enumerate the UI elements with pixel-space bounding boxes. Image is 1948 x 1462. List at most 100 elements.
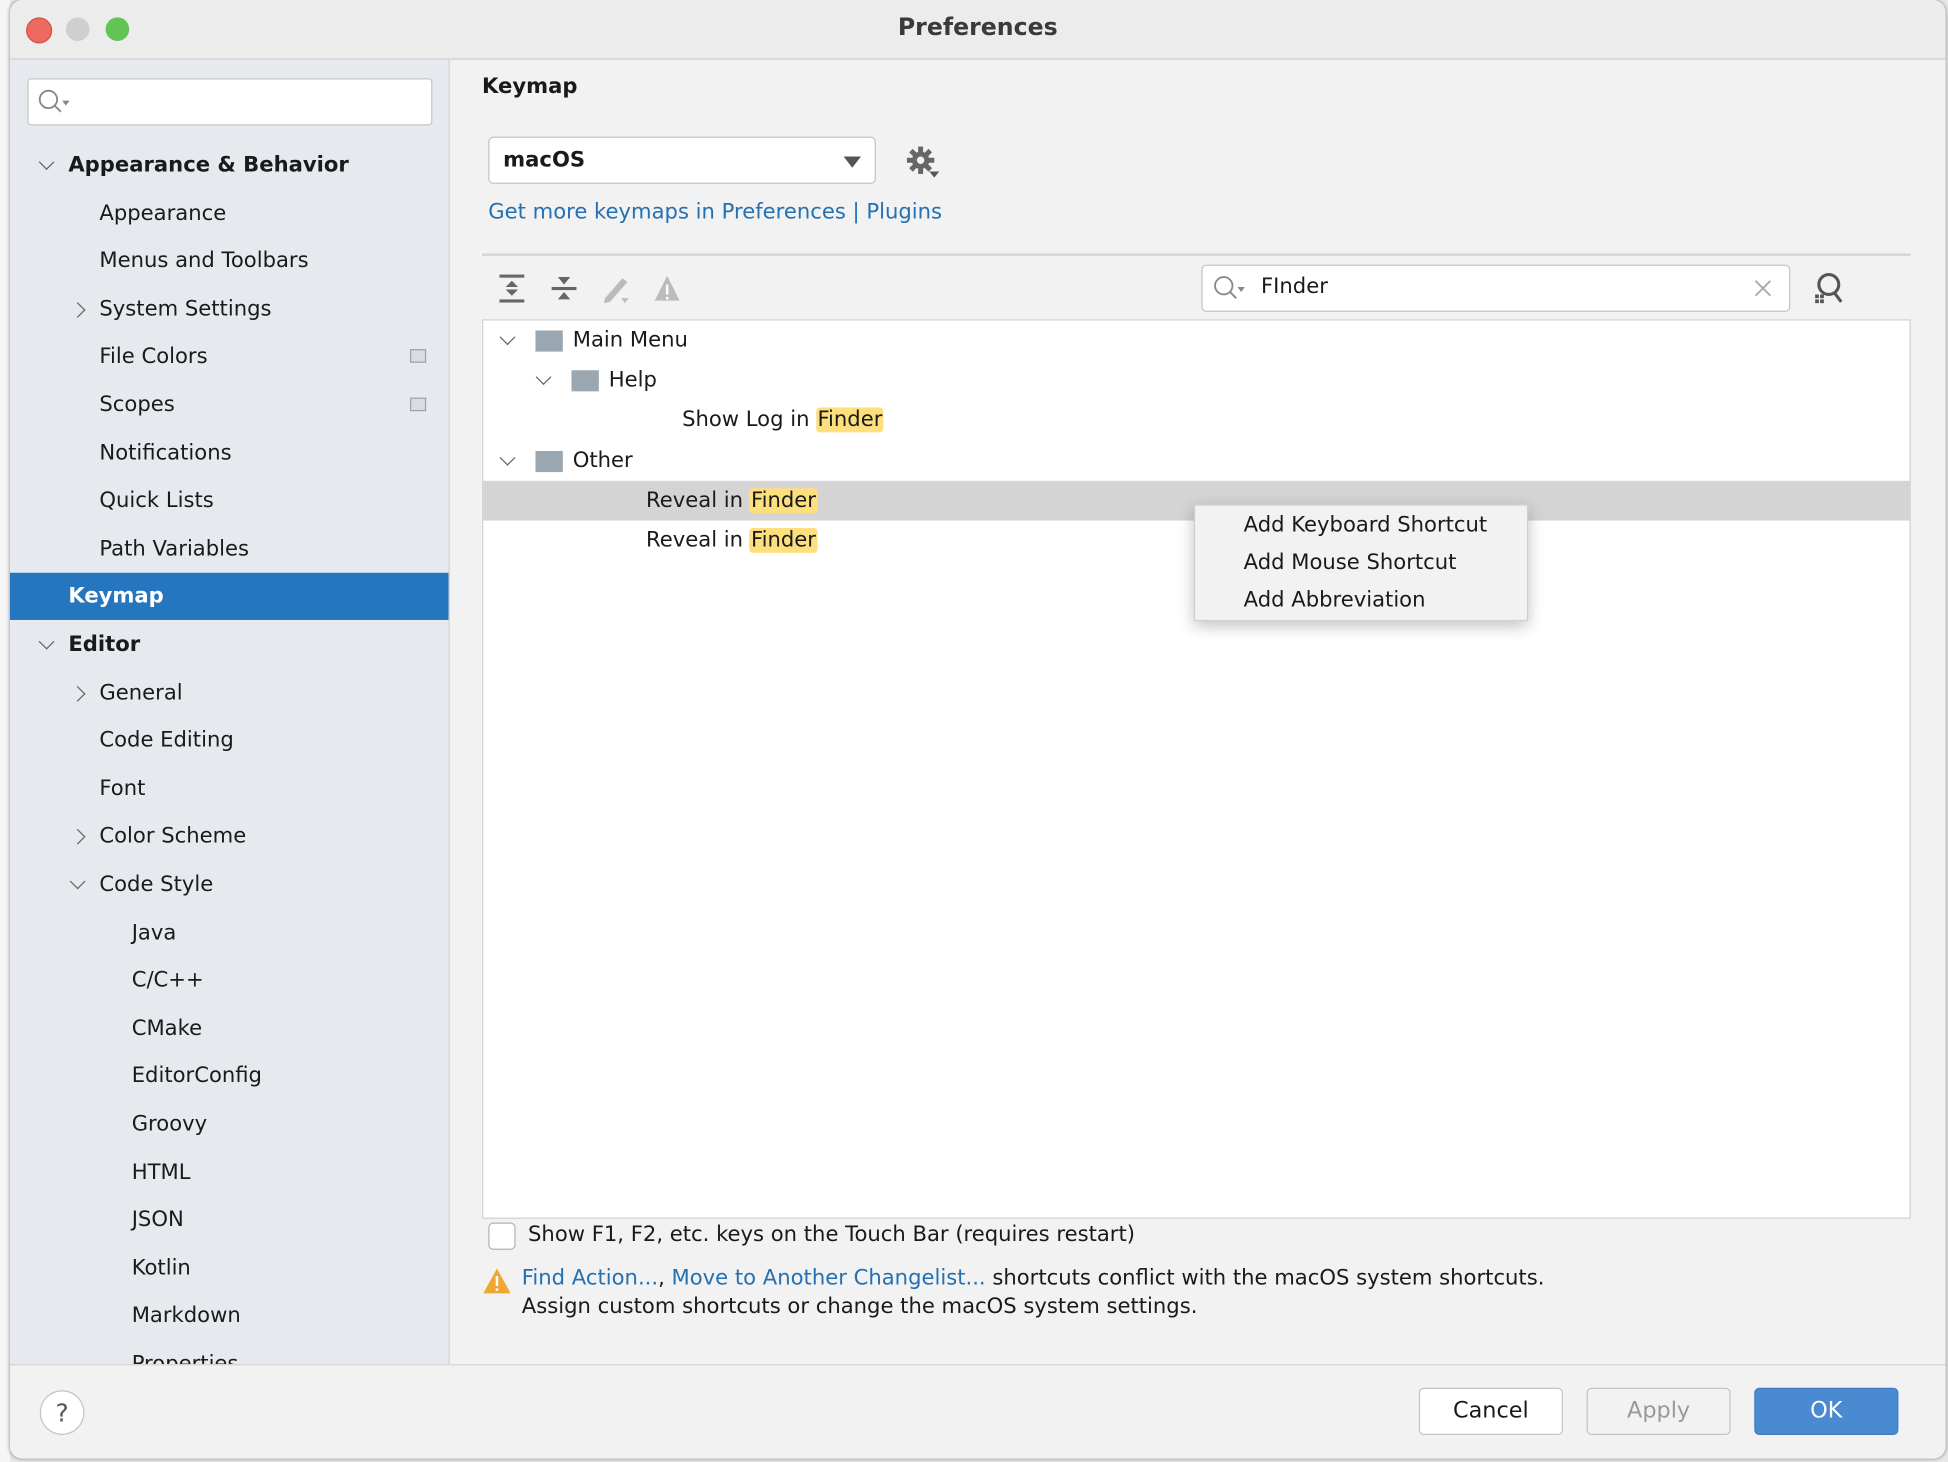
sidebar-item-markdown[interactable]: Markdown: [10, 1293, 449, 1340]
sidebar-item-file-colors[interactable]: File Colors: [10, 333, 449, 380]
sidebar-item-label: Notifications: [99, 440, 232, 466]
tree-label: Other: [572, 448, 633, 473]
gear-icon[interactable]: [904, 144, 941, 181]
sidebar-item-appearance-behavior[interactable]: Appearance & Behavior: [10, 142, 449, 189]
chevron-down-icon[interactable]: [69, 873, 86, 890]
move-to-changelist-link[interactable]: Move to Another Changelist...: [672, 1266, 986, 1291]
touchbar-checkbox-label: Show F1, F2, etc. keys on the Touch Bar …: [528, 1222, 1136, 1248]
sidebar-item-system-settings[interactable]: System Settings: [10, 285, 449, 332]
action-label: Reveal in Finder: [646, 481, 818, 521]
touchbar-checkbox[interactable]: [488, 1222, 516, 1250]
chevron-down-icon[interactable]: [38, 154, 55, 171]
chevron-down-icon[interactable]: [499, 449, 516, 466]
expand-all-icon[interactable]: [496, 271, 528, 306]
help-button[interactable]: ?: [39, 1390, 85, 1435]
find-action-link[interactable]: Find Action...: [522, 1266, 658, 1291]
chevron-right-icon[interactable]: [69, 829, 86, 846]
sidebar-item-c-c-[interactable]: C/C++: [10, 957, 449, 1004]
chevron-down-icon[interactable]: [535, 369, 552, 386]
sidebar-item-scopes[interactable]: Scopes: [10, 381, 449, 428]
title-bar: Preferences: [9, 0, 1946, 60]
search-icon: [1214, 276, 1245, 299]
tree-group[interactable]: Other: [483, 441, 1909, 481]
keymap-select[interactable]: macOS: [488, 136, 876, 184]
sidebar-item-font[interactable]: Font: [10, 765, 449, 812]
window-title: Preferences: [897, 13, 1058, 41]
sidebar-item-menus-and-toolbars[interactable]: Menus and Toolbars: [10, 238, 449, 285]
sidebar-item-label: Editor: [68, 632, 141, 658]
sidebar-item-cmake[interactable]: CMake: [10, 1005, 449, 1052]
search-match-highlight: Finder: [816, 407, 884, 433]
sidebar-item-color-scheme[interactable]: Color Scheme: [10, 813, 449, 860]
collapse-all-icon[interactable]: [548, 271, 580, 306]
find-by-shortcut-icon[interactable]: [1811, 271, 1846, 306]
conflict-warning-line1: Find Action..., Move to Another Changeli…: [522, 1266, 1545, 1291]
chevron-down-icon[interactable]: [499, 329, 516, 346]
get-more-keymaps-link: Get more keymaps in Preferences | Plugin…: [488, 200, 942, 225]
sidebar-item-label: Scopes: [99, 392, 175, 418]
keymap-panel: Keymap macOS Get more keymaps in Prefere…: [450, 60, 1946, 1365]
search-value: FInder: [1261, 274, 1328, 300]
add-mouse-shortcut-menu-item[interactable]: Add Mouse Shortcut: [1244, 544, 1457, 581]
search-icon: [38, 89, 70, 113]
action-label: Show Log in Finder: [682, 401, 884, 441]
sidebar-item-editor[interactable]: Editor: [10, 621, 449, 668]
background-window: [0, 0, 10, 1462]
sidebar-item-quick-lists[interactable]: Quick Lists: [10, 477, 449, 524]
sidebar-item-appearance[interactable]: Appearance: [10, 190, 449, 237]
sidebar-item-code-editing[interactable]: Code Editing: [10, 717, 449, 764]
sidebar-item-label: Code Style: [99, 872, 214, 898]
sidebar-item-code-style[interactable]: Code Style: [10, 861, 449, 908]
add-keyboard-shortcut-menu-item[interactable]: Add Keyboard Shortcut: [1244, 507, 1488, 544]
chevron-down-icon: [843, 156, 861, 168]
action-name: Reveal in: [646, 488, 750, 513]
search-match-highlight: Finder: [749, 488, 818, 513]
sidebar-item-html[interactable]: HTML: [10, 1149, 449, 1196]
sidebar-item-label: JSON: [131, 1207, 184, 1233]
sidebar-item-label: Menus and Toolbars: [99, 248, 309, 274]
action-search-input[interactable]: FInder: [1201, 264, 1791, 312]
sidebar-item-label: Groovy: [131, 1111, 208, 1137]
sidebar-item-label: Properties: [131, 1351, 239, 1365]
plugins-link[interactable]: Plugins: [866, 200, 942, 225]
sidebar-item-notifications[interactable]: Notifications: [10, 429, 449, 476]
sidebar-item-properties[interactable]: Properties: [10, 1341, 449, 1365]
sidebar-item-general[interactable]: General: [10, 669, 449, 716]
chevron-right-icon[interactable]: [69, 301, 86, 318]
sidebar-item-path-variables[interactable]: Path Variables: [10, 525, 449, 572]
add-abbreviation-menu-item[interactable]: Add Abbreviation: [1244, 581, 1426, 618]
sidebar-item-label: EditorConfig: [131, 1063, 262, 1089]
sidebar-item-label: Path Variables: [99, 536, 250, 562]
tree-action-row[interactable]: Show Log in Finder: [483, 401, 1909, 441]
sidebar-item-editorconfig[interactable]: EditorConfig: [10, 1053, 449, 1100]
sidebar-item-kotlin[interactable]: Kotlin: [10, 1245, 449, 1292]
sidebar-item-label: System Settings: [99, 296, 272, 322]
sidebar-item-label: Java: [131, 920, 177, 945]
tree-group[interactable]: Main Menu: [483, 321, 1909, 361]
sidebar-item-label: Appearance & Behavior: [68, 152, 349, 178]
preferences-window: Preferences Appearance & Behavior Appeara…: [9, 0, 1946, 1459]
sidebar-item-label: Kotlin: [131, 1255, 191, 1281]
folder-icon: [535, 330, 563, 352]
edit-shortcut-icon[interactable]: [600, 271, 632, 306]
sidebar-search-input[interactable]: [27, 78, 433, 126]
action-name: Show Log in: [682, 407, 817, 433]
chevron-down-icon[interactable]: [38, 633, 55, 650]
conflicts-warning-icon[interactable]: [651, 271, 683, 306]
cancel-button[interactable]: Cancel: [1418, 1387, 1563, 1435]
sidebar-item-java[interactable]: Java: [10, 909, 449, 956]
tree-group[interactable]: Help: [483, 361, 1909, 401]
apply-button[interactable]: Apply: [1586, 1387, 1731, 1435]
sidebar-item-keymap[interactable]: Keymap: [9, 573, 449, 621]
ok-button[interactable]: OK: [1754, 1387, 1899, 1435]
sidebar-item-label: Appearance: [99, 200, 227, 226]
sidebar-item-json[interactable]: JSON: [10, 1197, 449, 1244]
sidebar-item-groovy[interactable]: Groovy: [10, 1101, 449, 1148]
folder-icon: [535, 450, 563, 472]
sidebar-item-label: Keymap: [68, 584, 164, 610]
sidebar-item-label: Font: [99, 776, 146, 802]
preferences-link-text[interactable]: Get more keymaps in Preferences |: [488, 200, 866, 225]
clear-search-icon[interactable]: [1754, 280, 1772, 297]
chevron-right-icon[interactable]: [69, 685, 86, 702]
actions-tree: Main Menu Help Show Log in Finder Other Reve…: [482, 319, 1911, 1219]
